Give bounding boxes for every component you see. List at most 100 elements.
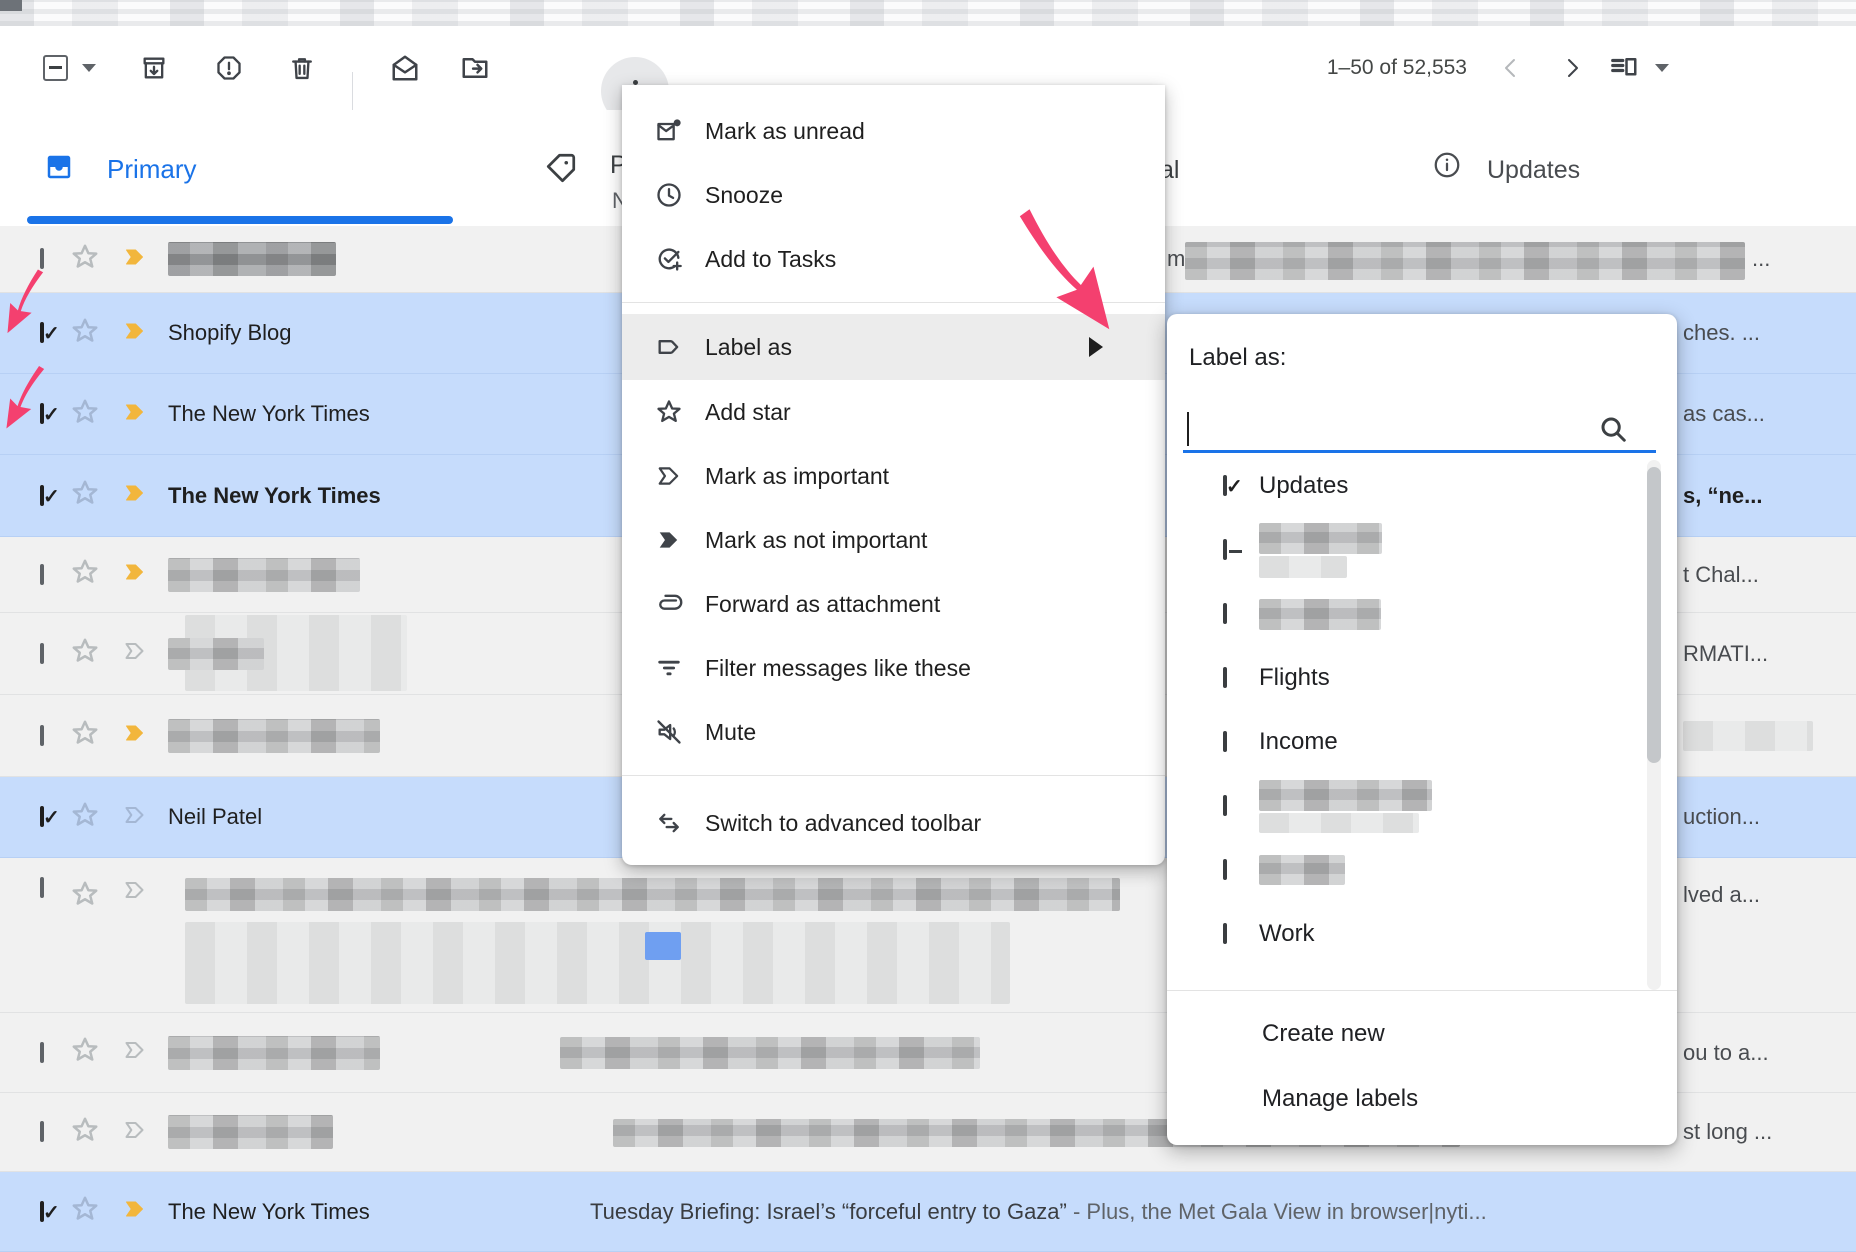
menu-item-mark-as-important[interactable]: Mark as important [622,444,1165,508]
redacted-snippet [1683,721,1813,751]
panel-scrollbar-thumb[interactable] [1647,467,1661,763]
row-snippet-fragment: st long ... [1683,1119,1772,1145]
delete-button[interactable] [278,44,326,92]
email-subject: Tuesday Briefing: Israel’s “forceful ent… [590,1199,1487,1225]
more-actions-menu: Mark as unread Snooze Add to Tasks Label… [622,85,1165,865]
redacted-sender [168,1115,333,1149]
label-option-redacted[interactable] [1167,518,1647,582]
menu-divider [622,775,1165,776]
menu-item-mark-as-not-important[interactable]: Mark as not important [622,508,1165,572]
create-new-label-button[interactable]: Create new [1262,1020,1385,1048]
row-snippet-fragment: ches. ... [1683,320,1760,346]
star-icon[interactable] [70,478,100,513]
sender-name: The New York Times [168,483,381,509]
importance-marker[interactable] [122,482,148,509]
row-checkbox[interactable] [40,487,44,505]
row-snippet-fragment: uction... [1683,804,1760,830]
split-pane-caret[interactable] [1645,44,1679,92]
menu-item-forward-as-attachment[interactable]: Forward as attachment [622,572,1165,636]
star-icon[interactable] [70,1035,100,1070]
star-icon[interactable] [70,242,100,277]
row-snippet-fragment: s, “ne... [1683,483,1762,509]
row-checkbox[interactable] [40,1044,44,1062]
star-icon[interactable] [70,1115,100,1150]
active-tab-underline [27,216,453,224]
newer-page-button[interactable] [1487,44,1535,92]
row-checkbox[interactable] [40,808,44,826]
row-snippet-fragment: m [1167,246,1185,272]
row-checkbox[interactable] [40,1203,44,1221]
row-checkbox[interactable] [40,324,44,342]
chevron-right-icon [1560,56,1584,80]
pagination-count: 1–50 of 52,553 [1327,56,1467,80]
row-checkbox[interactable] [40,645,44,663]
manage-labels-button[interactable]: Manage labels [1262,1085,1418,1113]
star-icon[interactable] [70,879,100,914]
star-icon[interactable] [70,800,100,835]
row-snippet-fragment: as cas... [1683,401,1765,427]
importance-marker[interactable] [122,320,148,347]
split-view-icon [1609,53,1639,83]
label-option-redacted[interactable] [1167,838,1647,902]
row-snippet-fragment: t Chal... [1683,562,1759,588]
star-icon[interactable] [70,397,100,432]
importance-marker[interactable] [122,722,148,749]
menu-item-mute[interactable]: Mute [622,700,1165,764]
label-option-income[interactable]: Income [1167,710,1647,774]
label-search-input[interactable] [1183,410,1656,453]
row-snippet-fragment: ou to a... [1683,1040,1769,1066]
sender-name: Neil Patel [168,804,262,830]
older-page-button[interactable] [1548,44,1596,92]
redacted-label-name [1259,523,1382,554]
split-pane-toggle[interactable] [1600,44,1648,92]
star-icon[interactable] [70,1194,100,1229]
importance-marker[interactable] [122,1119,148,1146]
menu-item-add-star[interactable]: Add star [622,380,1165,444]
label-option-redacted[interactable] [1167,774,1647,838]
paperclip-icon [655,590,683,618]
redacted-label-name [1259,855,1345,885]
importance-marker[interactable] [122,1198,148,1225]
importance-marker[interactable] [122,879,148,906]
move-to-button[interactable] [451,44,499,92]
importance-marker[interactable] [122,804,148,831]
label-option-updates[interactable]: Updates [1167,454,1647,518]
importance-marker[interactable] [122,401,148,428]
menu-item-filter-messages[interactable]: Filter messages like these [622,636,1165,700]
row-checkbox[interactable] [40,727,44,745]
redacted-sender [168,1036,380,1070]
report-spam-button[interactable] [205,44,253,92]
archive-button[interactable] [130,44,178,92]
importance-marker[interactable] [122,561,148,588]
menu-item-mark-as-unread[interactable]: Mark as unread [622,99,1165,163]
star-icon[interactable] [70,557,100,592]
importance-marker[interactable] [122,640,148,667]
redacted-sender [168,242,336,276]
star-icon[interactable] [70,718,100,753]
label-option-work[interactable]: Work [1167,902,1647,966]
label-option-redacted[interactable] [1167,582,1647,646]
inbox-icon [44,152,74,182]
importance-marker[interactable] [122,1039,148,1066]
label-list: Updates Flights Income [1167,454,1647,990]
sender-name: Shopify Blog [168,320,292,346]
select-dropdown-caret[interactable] [74,44,104,92]
indeterminate-checkbox-icon [43,55,68,81]
star-icon[interactable] [70,316,100,351]
menu-item-switch-toolbar[interactable]: Switch to advanced toolbar [622,787,1165,859]
panel-divider [1167,990,1677,991]
report-spam-icon [215,54,243,82]
select-all-checkbox[interactable] [31,44,79,92]
email-row[interactable]: The New York Times Tuesday Briefing: Isr… [0,1172,1856,1252]
archive-icon [140,54,168,82]
mark-as-read-button[interactable] [381,44,429,92]
background-artwork [0,0,1856,26]
redacted-label-name [1259,599,1381,630]
label-option-flights[interactable]: Flights [1167,646,1647,710]
row-checkbox[interactable] [40,879,44,897]
star-icon[interactable] [70,636,100,671]
row-checkbox[interactable] [40,1123,44,1141]
row-checkbox[interactable] [40,566,44,584]
importance-marker[interactable] [122,246,148,273]
sender-name: The New York Times [168,1199,370,1225]
